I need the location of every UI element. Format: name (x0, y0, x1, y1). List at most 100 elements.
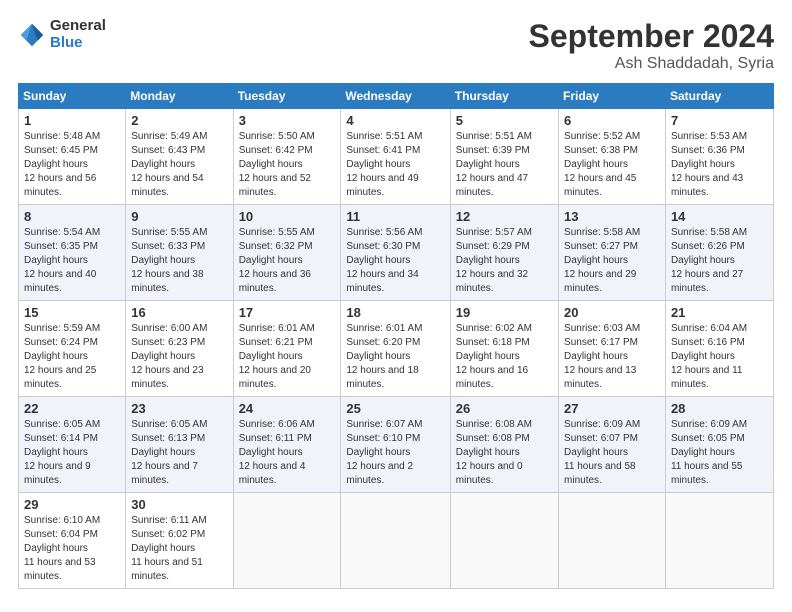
day-info: Sunrise: 6:02 AMSunset: 6:18 PMDaylight … (456, 322, 553, 392)
col-sunday: Sunday (19, 84, 126, 109)
day-info: Sunrise: 5:56 AMSunset: 6:30 PMDaylight … (346, 226, 444, 296)
day-number: 22 (24, 401, 120, 416)
day-info: Sunrise: 5:58 AMSunset: 6:26 PMDaylight … (671, 226, 768, 296)
day-info: Sunrise: 6:01 AMSunset: 6:20 PMDaylight … (346, 322, 444, 392)
table-row: 13 Sunrise: 5:58 AMSunset: 6:27 PMDaylig… (559, 205, 666, 301)
day-info: Sunrise: 5:48 AMSunset: 6:45 PMDaylight … (24, 130, 120, 200)
day-number: 6 (564, 113, 660, 128)
table-row: 14 Sunrise: 5:58 AMSunset: 6:26 PMDaylig… (665, 205, 773, 301)
table-row: 23 Sunrise: 6:05 AMSunset: 6:13 PMDaylig… (126, 397, 233, 493)
day-number: 2 (131, 113, 227, 128)
day-number: 19 (456, 305, 553, 320)
day-info: Sunrise: 5:50 AMSunset: 6:42 PMDaylight … (239, 130, 336, 200)
day-info: Sunrise: 5:49 AMSunset: 6:43 PMDaylight … (131, 130, 227, 200)
table-row: 8 Sunrise: 5:54 AMSunset: 6:35 PMDayligh… (19, 205, 126, 301)
table-row: 15 Sunrise: 5:59 AMSunset: 6:24 PMDaylig… (19, 301, 126, 397)
table-row: 18 Sunrise: 6:01 AMSunset: 6:20 PMDaylig… (341, 301, 450, 397)
table-row: 26 Sunrise: 6:08 AMSunset: 6:08 PMDaylig… (450, 397, 558, 493)
calendar-page: General Blue September 2024 Ash Shaddada… (0, 0, 792, 612)
calendar-week-row: 15 Sunrise: 5:59 AMSunset: 6:24 PMDaylig… (19, 301, 774, 397)
calendar-header-row: Sunday Monday Tuesday Wednesday Thursday… (19, 84, 774, 109)
day-number: 20 (564, 305, 660, 320)
day-info: Sunrise: 6:00 AMSunset: 6:23 PMDaylight … (131, 322, 227, 392)
day-number: 15 (24, 305, 120, 320)
title-block: September 2024 Ash Shaddadah, Syria (529, 18, 774, 73)
col-friday: Friday (559, 84, 666, 109)
col-saturday: Saturday (665, 84, 773, 109)
table-row: 16 Sunrise: 6:00 AMSunset: 6:23 PMDaylig… (126, 301, 233, 397)
table-row: 6 Sunrise: 5:52 AMSunset: 6:38 PMDayligh… (559, 109, 666, 205)
table-row (341, 493, 450, 589)
table-row (665, 493, 773, 589)
day-number: 24 (239, 401, 336, 416)
table-row: 11 Sunrise: 5:56 AMSunset: 6:30 PMDaylig… (341, 205, 450, 301)
calendar-week-row: 8 Sunrise: 5:54 AMSunset: 6:35 PMDayligh… (19, 205, 774, 301)
logo: General Blue (18, 18, 106, 51)
day-number: 9 (131, 209, 227, 224)
table-row: 22 Sunrise: 6:05 AMSunset: 6:14 PMDaylig… (19, 397, 126, 493)
logo-general-text: General (50, 18, 106, 35)
day-number: 27 (564, 401, 660, 416)
table-row: 24 Sunrise: 6:06 AMSunset: 6:11 PMDaylig… (233, 397, 341, 493)
day-info: Sunrise: 6:09 AMSunset: 6:07 PMDaylight … (564, 418, 660, 488)
day-info: Sunrise: 5:53 AMSunset: 6:36 PMDaylight … (671, 130, 768, 200)
day-number: 12 (456, 209, 553, 224)
calendar-week-row: 22 Sunrise: 6:05 AMSunset: 6:14 PMDaylig… (19, 397, 774, 493)
table-row: 3 Sunrise: 5:50 AMSunset: 6:42 PMDayligh… (233, 109, 341, 205)
day-number: 1 (24, 113, 120, 128)
col-monday: Monday (126, 84, 233, 109)
day-info: Sunrise: 5:51 AMSunset: 6:39 PMDaylight … (456, 130, 553, 200)
col-thursday: Thursday (450, 84, 558, 109)
day-number: 30 (131, 497, 227, 512)
table-row: 25 Sunrise: 6:07 AMSunset: 6:10 PMDaylig… (341, 397, 450, 493)
calendar-table: Sunday Monday Tuesday Wednesday Thursday… (18, 83, 774, 589)
table-row: 10 Sunrise: 5:55 AMSunset: 6:32 PMDaylig… (233, 205, 341, 301)
day-info: Sunrise: 5:58 AMSunset: 6:27 PMDaylight … (564, 226, 660, 296)
day-info: Sunrise: 6:09 AMSunset: 6:05 PMDaylight … (671, 418, 768, 488)
table-row: 7 Sunrise: 5:53 AMSunset: 6:36 PMDayligh… (665, 109, 773, 205)
table-row: 12 Sunrise: 5:57 AMSunset: 6:29 PMDaylig… (450, 205, 558, 301)
day-info: Sunrise: 6:11 AMSunset: 6:02 PMDaylight … (131, 514, 227, 584)
day-info: Sunrise: 5:54 AMSunset: 6:35 PMDaylight … (24, 226, 120, 296)
day-number: 26 (456, 401, 553, 416)
day-info: Sunrise: 5:57 AMSunset: 6:29 PMDaylight … (456, 226, 553, 296)
day-info: Sunrise: 5:52 AMSunset: 6:38 PMDaylight … (564, 130, 660, 200)
day-info: Sunrise: 6:04 AMSunset: 6:16 PMDaylight … (671, 322, 768, 392)
day-info: Sunrise: 6:05 AMSunset: 6:13 PMDaylight … (131, 418, 227, 488)
table-row: 1 Sunrise: 5:48 AMSunset: 6:45 PMDayligh… (19, 109, 126, 205)
col-wednesday: Wednesday (341, 84, 450, 109)
month-title: September 2024 (529, 18, 774, 55)
table-row (450, 493, 558, 589)
location-title: Ash Shaddadah, Syria (529, 55, 774, 73)
table-row: 28 Sunrise: 6:09 AMSunset: 6:05 PMDaylig… (665, 397, 773, 493)
table-row: 27 Sunrise: 6:09 AMSunset: 6:07 PMDaylig… (559, 397, 666, 493)
day-number: 14 (671, 209, 768, 224)
day-number: 16 (131, 305, 227, 320)
logo-icon (18, 21, 46, 49)
logo-blue-text: Blue (50, 35, 106, 52)
logo-text: General Blue (50, 18, 106, 51)
day-number: 18 (346, 305, 444, 320)
day-info: Sunrise: 5:55 AMSunset: 6:32 PMDaylight … (239, 226, 336, 296)
calendar-week-row: 29 Sunrise: 6:10 AMSunset: 6:04 PMDaylig… (19, 493, 774, 589)
table-row: 9 Sunrise: 5:55 AMSunset: 6:33 PMDayligh… (126, 205, 233, 301)
day-number: 7 (671, 113, 768, 128)
day-number: 5 (456, 113, 553, 128)
day-number: 3 (239, 113, 336, 128)
day-info: Sunrise: 6:05 AMSunset: 6:14 PMDaylight … (24, 418, 120, 488)
day-info: Sunrise: 6:03 AMSunset: 6:17 PMDaylight … (564, 322, 660, 392)
day-info: Sunrise: 5:59 AMSunset: 6:24 PMDaylight … (24, 322, 120, 392)
day-info: Sunrise: 6:10 AMSunset: 6:04 PMDaylight … (24, 514, 120, 584)
table-row: 20 Sunrise: 6:03 AMSunset: 6:17 PMDaylig… (559, 301, 666, 397)
day-number: 17 (239, 305, 336, 320)
day-number: 13 (564, 209, 660, 224)
day-info: Sunrise: 6:01 AMSunset: 6:21 PMDaylight … (239, 322, 336, 392)
table-row: 4 Sunrise: 5:51 AMSunset: 6:41 PMDayligh… (341, 109, 450, 205)
table-row: 19 Sunrise: 6:02 AMSunset: 6:18 PMDaylig… (450, 301, 558, 397)
day-info: Sunrise: 6:06 AMSunset: 6:11 PMDaylight … (239, 418, 336, 488)
day-info: Sunrise: 5:51 AMSunset: 6:41 PMDaylight … (346, 130, 444, 200)
day-number: 28 (671, 401, 768, 416)
day-number: 10 (239, 209, 336, 224)
table-row: 30 Sunrise: 6:11 AMSunset: 6:02 PMDaylig… (126, 493, 233, 589)
table-row: 5 Sunrise: 5:51 AMSunset: 6:39 PMDayligh… (450, 109, 558, 205)
